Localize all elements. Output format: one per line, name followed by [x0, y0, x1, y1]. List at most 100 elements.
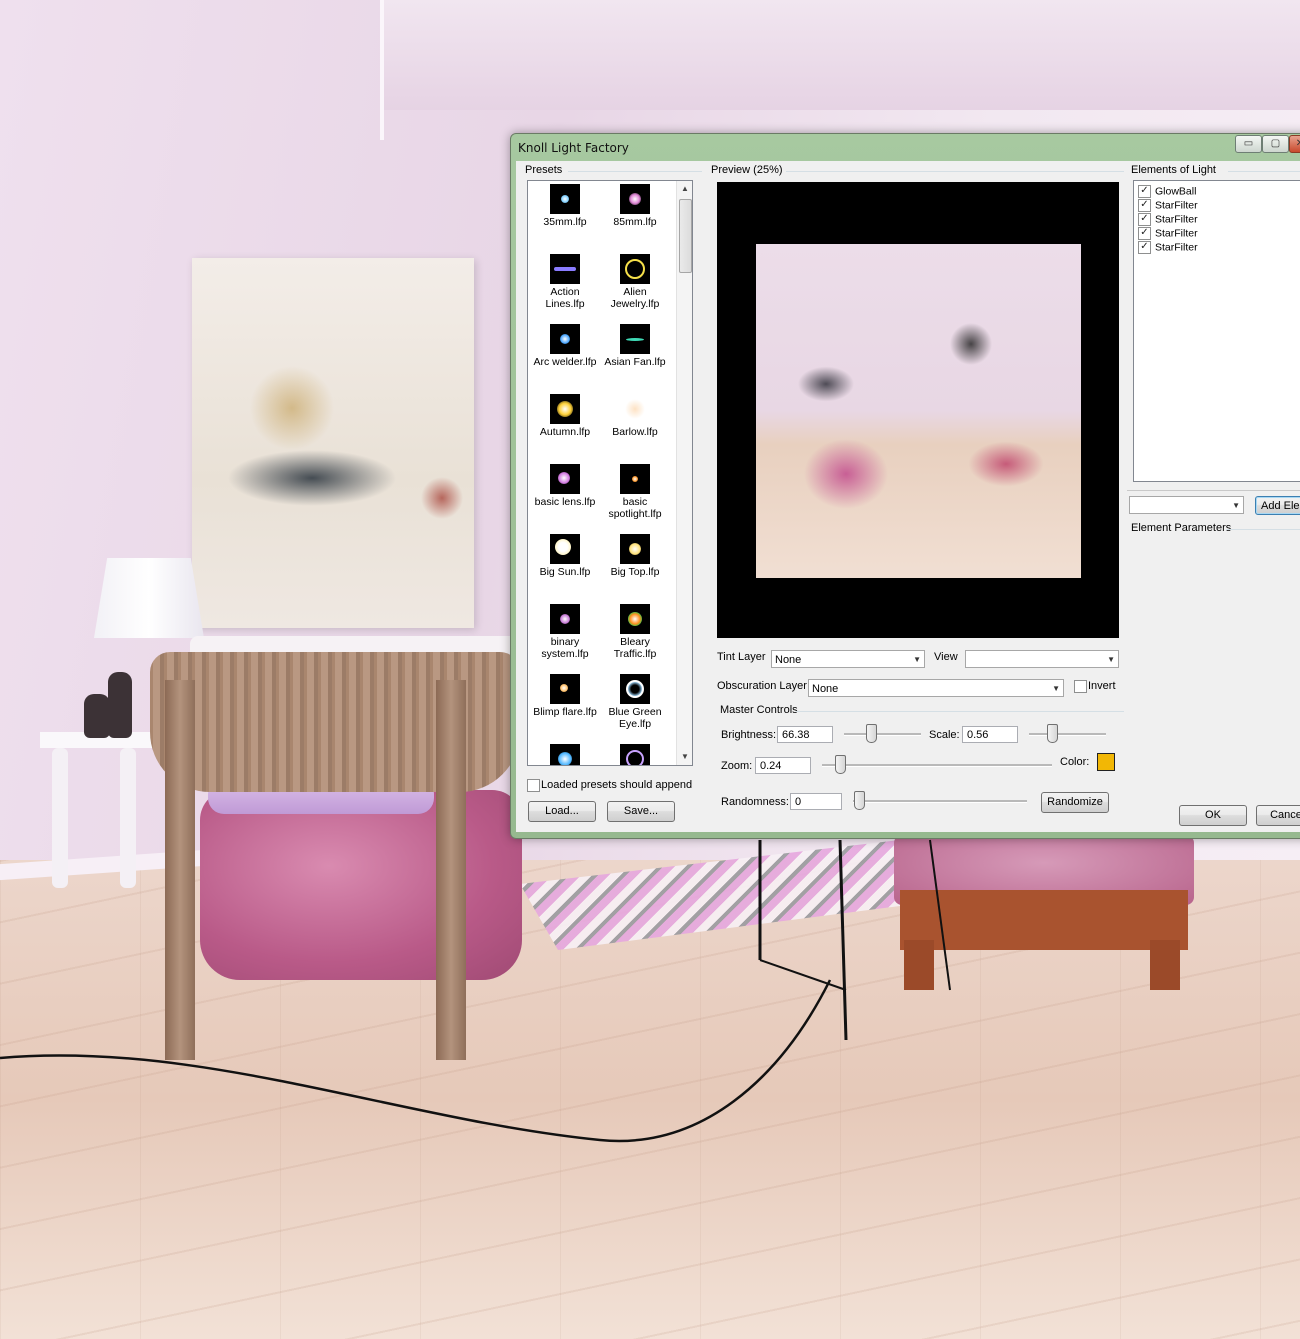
ottoman-leg [904, 940, 934, 990]
color-swatch[interactable] [1097, 753, 1115, 771]
append-presets-label: Loaded presets should append [541, 779, 693, 791]
title-bar[interactable]: Knoll Light Factory ▭ ▢ ✕ [511, 134, 1300, 160]
preset-bleary-traffic[interactable]: Bleary Traffic.lfp [600, 602, 670, 660]
preset-item-partial[interactable] [530, 742, 600, 765]
zoom-slider-track[interactable] [822, 764, 1052, 767]
preset-binary-system[interactable]: binary system.lfp [530, 602, 600, 660]
view-select[interactable]: ▼ [965, 650, 1119, 668]
randomize-button[interactable]: Randomize [1041, 792, 1109, 813]
randomness-field[interactable]: 0 [790, 793, 842, 810]
element-item[interactable]: ✓ StarFilter [1138, 199, 1198, 212]
preset-arc-welder[interactable]: Arc welder.lfp [530, 322, 600, 368]
randomness-slider-handle[interactable] [854, 791, 865, 810]
preset-thumbnail [620, 324, 650, 354]
group-divider [1228, 171, 1300, 172]
elements-list[interactable]: ✓ GlowBall ✓ StarFilter ✓ StarFilter ✓ StarF… [1133, 180, 1300, 482]
element-type-select[interactable]: ▼ [1129, 496, 1244, 514]
element-item[interactable]: ✓ StarFilter [1138, 213, 1198, 226]
preset-big-top[interactable]: Big Top.lfp [600, 532, 670, 578]
preview-group-label: Preview (25%) [711, 164, 783, 176]
obscuration-layer-value: None [812, 683, 839, 695]
preset-label: Action Lines.lfp [545, 286, 585, 310]
view-label: View [934, 651, 958, 663]
presets-list[interactable]: 35mm.lfp 85mm.lfp Action Lines.lfp Alien… [527, 180, 693, 766]
preset-label: Big Sun.lfp [539, 566, 591, 578]
preset-blue-green-eye[interactable]: Blue Green Eye.lfp [600, 672, 670, 730]
vase [84, 694, 110, 738]
group-divider [1127, 490, 1300, 491]
element-label: StarFilter [1155, 213, 1198, 226]
preset-basic-spotlight[interactable]: basic spotlight.lfp [600, 462, 670, 520]
preset-thumbnail [550, 674, 580, 704]
invert-checkbox[interactable] [1074, 680, 1087, 693]
color-label: Color: [1060, 756, 1090, 768]
preset-35mm[interactable]: 35mm.lfp [530, 182, 600, 228]
zoom-slider-handle[interactable] [835, 755, 846, 774]
preset-label: Blimp flare.lfp [533, 706, 597, 718]
preset-label: Autumn.lfp [539, 426, 591, 438]
presets-scrollbar[interactable]: ▲ ▼ [676, 181, 692, 765]
element-checkbox[interactable]: ✓ [1138, 241, 1151, 254]
preset-big-sun[interactable]: Big Sun.lfp [530, 532, 600, 578]
append-presets-checkbox[interactable] [527, 779, 540, 792]
preset-thumbnail [550, 394, 580, 424]
chevron-down-icon: ▼ [1232, 501, 1240, 510]
zoom-field[interactable]: 0.24 [755, 757, 811, 774]
scale-field[interactable]: 0.56 [962, 726, 1018, 743]
preset-item-partial[interactable] [600, 742, 670, 765]
close-button[interactable]: ✕ [1289, 135, 1300, 153]
preset-thumbnail [620, 744, 650, 765]
element-item[interactable]: ✓ GlowBall [1138, 185, 1196, 198]
brightness-slider-handle[interactable] [866, 724, 877, 743]
side-table-leg [120, 748, 136, 888]
randomness-slider-track[interactable] [853, 800, 1027, 803]
ottoman-base [900, 890, 1188, 950]
scroll-down-icon[interactable]: ▼ [677, 749, 692, 765]
master-controls-label: Master Controls [720, 704, 798, 716]
preset-85mm[interactable]: 85mm.lfp [600, 182, 670, 228]
scroll-up-icon[interactable]: ▲ [677, 181, 692, 197]
element-checkbox[interactable]: ✓ [1138, 199, 1151, 212]
preset-label: Alien Jewelry.lfp [610, 286, 660, 310]
brightness-slider-track[interactable] [844, 733, 921, 736]
scale-slider-handle[interactable] [1047, 724, 1058, 743]
knoll-light-factory-dialog: Knoll Light Factory ▭ ▢ ✕ Presets 35mm.l… [510, 133, 1300, 839]
load-button[interactable]: Load... [528, 801, 596, 822]
add-element-button[interactable]: Add Elem [1255, 496, 1300, 515]
element-checkbox[interactable]: ✓ [1138, 185, 1151, 198]
preset-thumbnail [620, 394, 650, 424]
element-label: StarFilter [1155, 227, 1198, 240]
cancel-button[interactable]: Cance [1256, 805, 1300, 826]
scale-slider-track[interactable] [1029, 733, 1106, 736]
preset-basic-lens[interactable]: basic lens.lfp [530, 462, 600, 508]
preset-alien-jewelry[interactable]: Alien Jewelry.lfp [600, 252, 670, 310]
preset-barlow[interactable]: Barlow.lfp [600, 392, 670, 438]
group-divider [1226, 529, 1300, 530]
save-button[interactable]: Save... [607, 801, 675, 822]
preset-action-lines[interactable]: Action Lines.lfp [530, 252, 600, 310]
element-item[interactable]: ✓ StarFilter [1138, 241, 1198, 254]
element-checkbox[interactable]: ✓ [1138, 227, 1151, 240]
element-label: StarFilter [1155, 241, 1198, 254]
element-item[interactable]: ✓ StarFilter [1138, 227, 1198, 240]
preset-asian-fan[interactable]: Asian Fan.lfp [600, 322, 670, 368]
maximize-button[interactable]: ▢ [1262, 135, 1289, 153]
preset-thumbnail [620, 254, 650, 284]
preset-blimp-flare[interactable]: Blimp flare.lfp [530, 672, 600, 718]
preset-thumbnail [550, 534, 580, 564]
scroll-thumb[interactable] [679, 199, 692, 273]
ok-button[interactable]: OK [1179, 805, 1247, 826]
obscuration-layer-select[interactable]: None ▼ [808, 679, 1064, 697]
invert-label: Invert [1088, 680, 1116, 692]
preset-thumbnail [550, 254, 580, 284]
element-label: GlowBall [1155, 185, 1197, 198]
preview-canvas[interactable] [717, 182, 1119, 638]
brightness-field[interactable]: 66.38 [777, 726, 833, 743]
group-divider [796, 711, 1124, 712]
minimize-button[interactable]: ▭ [1235, 135, 1262, 153]
obscuration-layer-label: Obscuration Layer [717, 680, 807, 692]
tint-layer-select[interactable]: None ▼ [771, 650, 925, 668]
preset-label: Big Top.lfp [610, 566, 660, 578]
preset-autumn[interactable]: Autumn.lfp [530, 392, 600, 438]
element-checkbox[interactable]: ✓ [1138, 213, 1151, 226]
